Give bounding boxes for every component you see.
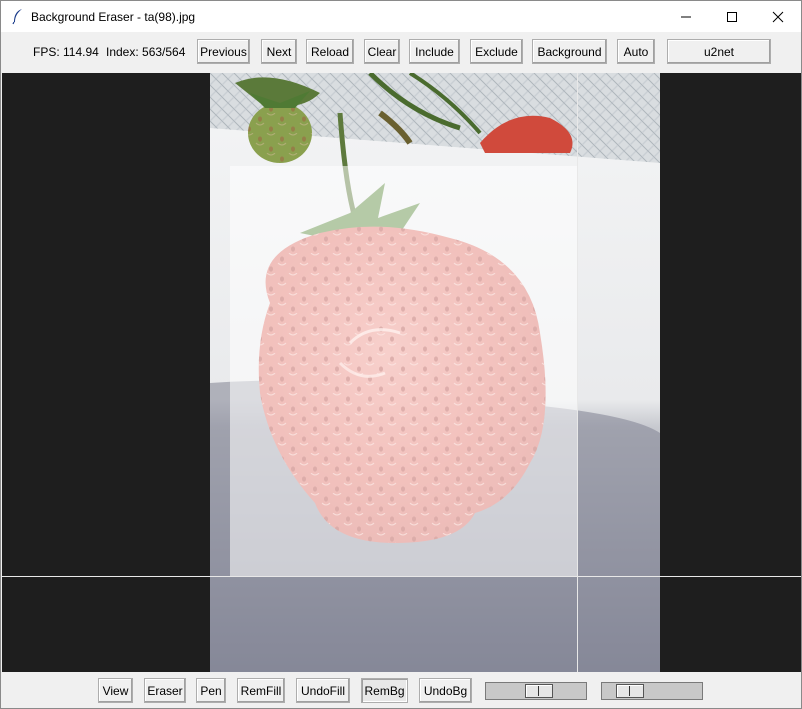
title-bar[interactable]: Background Eraser - ta(98).jpg — [1, 1, 801, 32]
app-window: Background Eraser - ta(98).jpg FPS: 114.… — [0, 0, 802, 709]
horizontal-guide-line — [2, 576, 801, 577]
feather-icon — [12, 9, 22, 25]
maximize-button[interactable] — [709, 1, 755, 32]
minimize-button[interactable] — [663, 1, 709, 32]
opacity-slider[interactable] — [601, 682, 703, 700]
pen-button[interactable]: Pen — [196, 678, 226, 703]
reload-button[interactable]: Reload — [306, 39, 354, 64]
minimize-icon — [681, 16, 691, 17]
eraser-button[interactable]: Eraser — [144, 678, 186, 703]
fps-readout: FPS: 114.94 — [33, 45, 99, 59]
close-button[interactable] — [755, 1, 801, 32]
next-button[interactable]: Next — [261, 39, 297, 64]
slider-thumb[interactable] — [525, 684, 553, 698]
undobg-button[interactable]: UndoBg — [419, 678, 472, 703]
bottom-toolbar: View Eraser Pen RemFill UndoFill RemBg U… — [1, 672, 801, 708]
vertical-guide-line — [577, 73, 578, 672]
brush-size-slider[interactable] — [485, 682, 587, 700]
rembg-button[interactable]: RemBg — [361, 678, 408, 703]
maximize-icon — [727, 11, 737, 22]
view-button[interactable]: View — [98, 678, 133, 703]
model-select-button[interactable]: u2net — [667, 39, 771, 64]
include-button[interactable]: Include — [409, 39, 460, 64]
top-toolbar: FPS: 114.94 Index: 563/564 Previous Next… — [1, 32, 801, 72]
previous-button[interactable]: Previous — [197, 39, 250, 64]
window-title: Background Eraser - ta(98).jpg — [31, 10, 196, 24]
index-readout: Index: 563/564 — [106, 45, 186, 59]
selection-overlay[interactable] — [230, 166, 577, 576]
close-icon — [772, 11, 784, 22]
slider-thumb[interactable] — [616, 684, 644, 698]
image-canvas[interactable] — [2, 73, 801, 672]
exclude-button[interactable]: Exclude — [470, 39, 523, 64]
remfill-button[interactable]: RemFill — [237, 678, 285, 703]
auto-button[interactable]: Auto — [617, 39, 655, 64]
clear-button[interactable]: Clear — [364, 39, 400, 64]
background-button[interactable]: Background — [532, 39, 607, 64]
undofill-button[interactable]: UndoFill — [296, 678, 350, 703]
